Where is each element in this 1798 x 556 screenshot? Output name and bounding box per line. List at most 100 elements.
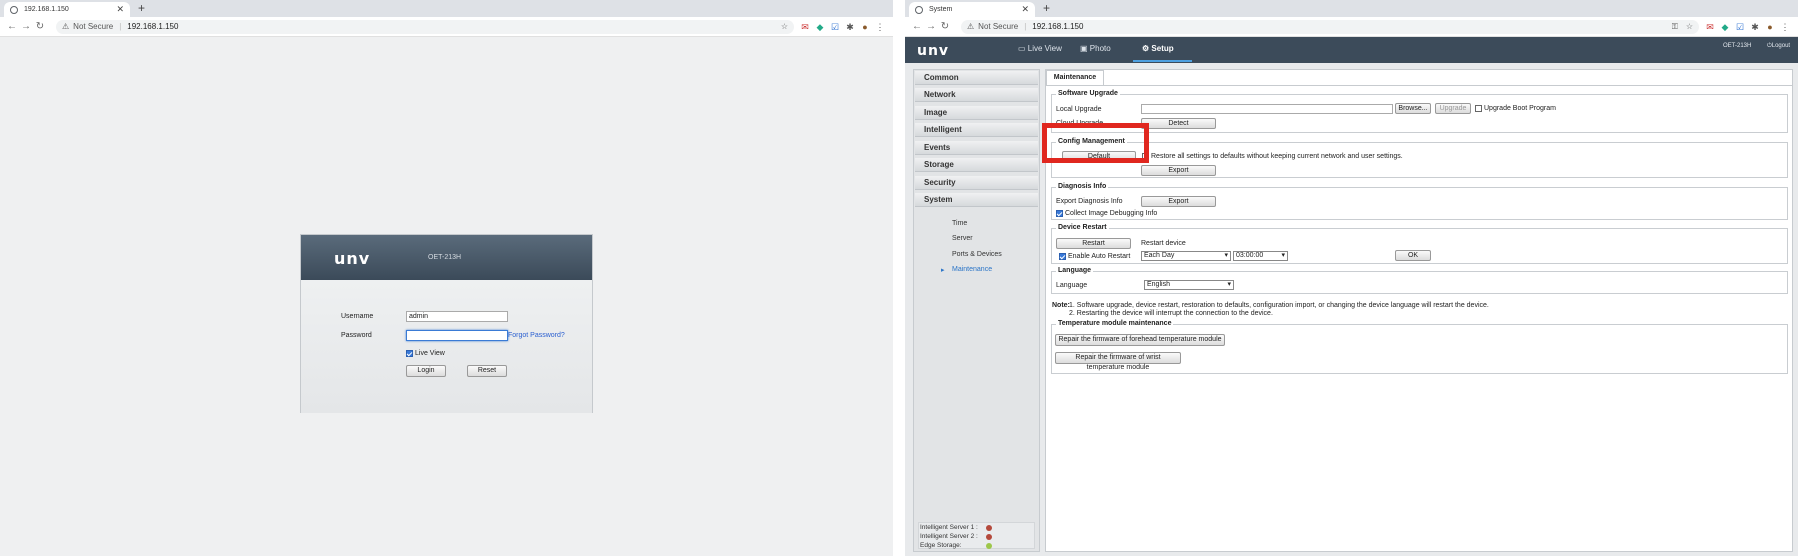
repair-wrist-button[interactable]: Repair the firmware of wrist temperature… <box>1055 352 1181 371</box>
restart-device-label: Restart device <box>1141 240 1186 247</box>
upgrade-button[interactable]: Upgrade <box>1435 103 1471 114</box>
sidebar-subitem-maintenance[interactable]: Maintenance <box>952 266 992 273</box>
extension-icon[interactable]: ◆ <box>1720 22 1730 32</box>
sidebar-item-security[interactable]: Security <box>915 176 1038 190</box>
page-viewport: unv ▭ Live View ▣ Photo ⚙ Setup OET-213H… <box>905 37 1798 556</box>
auto-restart-checkbox[interactable] <box>1059 253 1066 260</box>
active-arrow-icon: ▸ <box>941 267 945 274</box>
browse-button[interactable]: Browse... <box>1395 103 1431 114</box>
sidebar-item-intelligent[interactable]: Intelligent <box>915 123 1038 137</box>
tab-title: 192.168.1.150 <box>24 6 69 13</box>
back-icon[interactable]: ← <box>6 21 18 32</box>
checkbox-extension-icon[interactable]: ☑ <box>830 22 840 32</box>
collect-debug-checkbox[interactable] <box>1056 210 1063 217</box>
bookmark-star-icon[interactable]: ☆ <box>1686 22 1693 31</box>
upgrade-boot-label: Upgrade Boot Program <box>1484 105 1556 112</box>
restart-button[interactable]: Restart <box>1056 238 1131 249</box>
language-select[interactable]: English <box>1144 280 1234 290</box>
reset-button[interactable]: Reset <box>467 365 507 377</box>
page-viewport: unv OET-213H Username admin Password For… <box>0 37 893 556</box>
language-section: Language Language English <box>1051 267 1788 294</box>
language-title: Language <box>1056 267 1094 274</box>
extension-icon[interactable]: ◆ <box>815 22 825 32</box>
key-icon[interactable]: ⚿ <box>1672 22 1678 32</box>
status-led-edge-storage <box>986 543 992 549</box>
detect-button[interactable]: Detect <box>1141 118 1216 129</box>
reload-icon[interactable]: ↻ <box>939 21 951 32</box>
avatar[interactable]: ● <box>860 22 870 32</box>
note-line-1: 1. Software upgrade, device restart, res… <box>1069 302 1489 309</box>
bookmark-star-icon[interactable]: ☆ <box>781 22 788 31</box>
tab-maintenance[interactable]: Maintenance <box>1046 70 1104 85</box>
nav-photo[interactable]: ▣ Photo <box>1080 44 1111 53</box>
globe-icon <box>915 5 923 14</box>
sidebar-item-events[interactable]: Events <box>915 141 1038 155</box>
menu-icon[interactable]: ⋮ <box>875 22 885 32</box>
sidebar-item-storage[interactable]: Storage <box>915 158 1038 172</box>
omnibox[interactable]: ⚠ Not Secure | 192.168.1.150 ⚿ ☆ <box>961 19 1699 34</box>
new-tab-icon[interactable]: + <box>138 1 145 15</box>
tab-title: System <box>929 6 953 13</box>
sidebar-subitem-server[interactable]: Server <box>952 235 973 242</box>
restart-time-input[interactable]: 03:00:00 <box>1233 251 1288 261</box>
browser-window-system: System ✕ + ← → ↻ ⚠ Not Secure | 192.168.… <box>905 0 1798 556</box>
upgrade-boot-checkbox[interactable] <box>1475 105 1482 112</box>
local-upgrade-file-input[interactable] <box>1141 104 1393 114</box>
tab-underline <box>1046 85 1792 86</box>
forward-icon[interactable]: → <box>20 21 32 32</box>
diagnosis-info-title: Diagnosis Info <box>1056 183 1109 190</box>
separator: | <box>119 22 122 31</box>
nav-setup[interactable]: ⚙ Setup <box>1142 44 1174 53</box>
highlight-box <box>1042 123 1149 163</box>
separator: | <box>1024 22 1027 31</box>
gmail-extension-icon[interactable]: ✉ <box>1705 22 1715 32</box>
logout-link[interactable]: ⏻Logout <box>1767 43 1790 50</box>
auto-restart-label: Enable Auto Restart <box>1068 253 1131 260</box>
forgot-password-link[interactable]: Forgot Password? <box>508 332 565 339</box>
config-export-button[interactable]: Export <box>1141 165 1216 176</box>
restart-ok-button[interactable]: OK <box>1395 250 1431 261</box>
sidebar-item-common[interactable]: Common <box>915 71 1038 85</box>
login-header: unv OET-213H <box>301 235 592 280</box>
close-tab-icon[interactable]: ✕ <box>116 4 124 15</box>
live-view-label: Live View <box>415 350 445 357</box>
live-view-checkbox[interactable] <box>406 350 413 357</box>
restart-frequency-select[interactable]: Each Day <box>1141 251 1231 261</box>
login-panel: unv OET-213H Username admin Password For… <box>300 234 593 413</box>
temperature-module-section: Temperature module maintenance Repair th… <box>1051 320 1788 374</box>
sidebar-item-system[interactable]: System <box>915 193 1038 207</box>
omnibox[interactable]: ⚠ Not Secure | 192.168.1.150 ☆ <box>56 19 794 34</box>
sidebar-subitem-time[interactable]: Time <box>952 220 967 227</box>
nav-live-view[interactable]: ▭ Live View <box>1018 44 1062 53</box>
tab-strip: System ✕ + <box>905 0 1798 17</box>
close-tab-icon[interactable]: ✕ <box>1021 4 1029 15</box>
repair-forehead-button[interactable]: Repair the firmware of forehead temperat… <box>1055 334 1225 346</box>
menu-icon[interactable]: ⋮ <box>1780 22 1790 32</box>
browser-tab[interactable]: 192.168.1.150 ✕ <box>4 2 130 17</box>
username-input[interactable]: admin <box>406 311 508 322</box>
gmail-extension-icon[interactable]: ✉ <box>800 22 810 32</box>
password-input[interactable] <box>406 330 508 341</box>
status-led-server-2 <box>986 534 992 540</box>
checkbox-extension-icon[interactable]: ☑ <box>1735 22 1745 32</box>
address-bar-row: ← → ↻ ⚠ Not Secure | 192.168.1.150 ⚿ ☆ ✉… <box>905 17 1798 37</box>
unv-logo: unv <box>917 43 950 59</box>
puzzle-icon[interactable]: ✱ <box>1750 22 1760 32</box>
nav-live-view-label: Live View <box>1027 44 1062 53</box>
sidebar-item-image[interactable]: Image <box>915 106 1038 120</box>
reload-icon[interactable]: ↻ <box>34 21 46 32</box>
browser-tab[interactable]: System ✕ <box>909 2 1035 17</box>
login-form: Username admin Password Forgot Password?… <box>301 280 592 413</box>
sidebar-item-network[interactable]: Network <box>915 88 1038 102</box>
login-button[interactable]: Login <box>406 365 446 377</box>
diagnosis-export-button[interactable]: Export <box>1141 196 1216 207</box>
sidebar-subitem-ports-devices[interactable]: Ports & Devices <box>952 251 1002 258</box>
new-tab-icon[interactable]: + <box>1043 1 1050 15</box>
avatar[interactable]: ● <box>1765 22 1775 32</box>
status-label-server-2: Intelligent Server 2 : <box>920 533 978 540</box>
back-icon[interactable]: ← <box>911 21 923 32</box>
url-text: 192.168.1.150 <box>1032 22 1084 31</box>
status-label-server-1: Intelligent Server 1 : <box>920 524 978 531</box>
puzzle-icon[interactable]: ✱ <box>845 22 855 32</box>
forward-icon[interactable]: → <box>925 21 937 32</box>
